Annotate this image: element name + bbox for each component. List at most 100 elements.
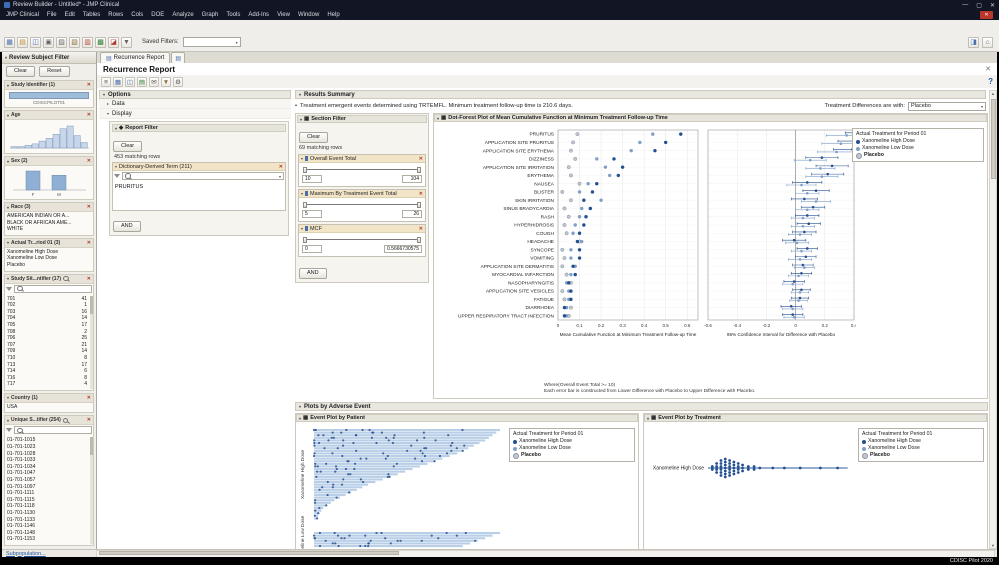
collapse-icon[interactable]: ▾	[7, 418, 9, 423]
fit-model-icon[interactable]: ▩	[95, 36, 106, 48]
list-item[interactable]: 01-701-1133	[7, 517, 91, 524]
menu-item[interactable]: Analyze	[172, 12, 193, 18]
close-icon[interactable]: ✕	[990, 2, 995, 9]
collapse-icon[interactable]: ▾	[301, 226, 303, 231]
open-icon[interactable]: ▤	[17, 36, 28, 48]
list-item[interactable]: 01-701-1034	[7, 464, 91, 471]
list-item[interactable]: 710 8	[7, 355, 91, 362]
scrollbar[interactable]	[90, 437, 93, 544]
scrollbar[interactable]	[90, 295, 93, 389]
menu-item[interactable]: Tables	[83, 12, 100, 18]
term-search-input[interactable]: ▾	[122, 172, 284, 180]
filter-funnel-icon[interactable]	[6, 428, 12, 433]
collapse-icon[interactable]: ▾	[7, 159, 9, 164]
legend-item[interactable]: Xanomeline High Dose	[513, 438, 631, 445]
menu-item[interactable]: View	[277, 12, 290, 18]
close-icon[interactable]: ✕	[87, 158, 91, 164]
list-item[interactable]: 706 25	[7, 335, 91, 342]
site-search-input[interactable]	[14, 284, 92, 293]
list-item[interactable]: 702 1	[7, 302, 91, 309]
list-item[interactable]: 01-701-1023	[7, 444, 91, 451]
close-icon[interactable]: ✕	[87, 112, 91, 118]
copy-icon[interactable]: ▨	[56, 36, 67, 48]
tab-recurrence-report[interactable]: ▤ Recurrence Report	[100, 52, 171, 63]
collapse-icon[interactable]: ▾	[7, 240, 9, 245]
legend-item[interactable]: Placebo	[856, 152, 980, 159]
data-outline-row[interactable]: ▸ Data	[99, 99, 291, 109]
window-layout-icon[interactable]: ◨	[968, 36, 979, 48]
collapse-icon[interactable]: ▾	[299, 404, 301, 409]
list-item[interactable]: USA	[7, 404, 91, 411]
slider-handle-low[interactable]	[303, 166, 307, 173]
menu-item[interactable]: Graph	[202, 12, 219, 18]
list-item[interactable]: 01-701-1028	[7, 451, 91, 458]
vertical-scrollbar[interactable]: ▲ ▼	[989, 90, 997, 549]
event-plot-by-treatment[interactable]: Xanomeline High Dose	[646, 424, 858, 549]
list-item[interactable]: 01-701-1148	[7, 530, 91, 537]
legend-item[interactable]: Placebo	[862, 452, 980, 459]
filter-funnel-icon[interactable]	[114, 174, 120, 178]
list-item[interactable]: Xanomeline Low Dose	[7, 255, 91, 262]
section-header[interactable]: ▾ Age ✕	[5, 111, 93, 120]
legend-item[interactable]: Xanomeline High Dose	[862, 438, 980, 445]
menu-item[interactable]: Window	[298, 12, 319, 18]
close-icon[interactable]: ✕	[87, 204, 91, 210]
list-item[interactable]: Placebo	[7, 262, 91, 269]
section-header[interactable]: ▾ Actual Tr...riod 01 (3) ✕	[5, 238, 93, 248]
menu-item[interactable]: Help	[327, 12, 339, 18]
max-value-input[interactable]: 0.5666730575	[384, 245, 422, 253]
close-icon[interactable]: ✕	[419, 156, 423, 162]
age-histogram[interactable]	[7, 121, 92, 151]
list-item[interactable]: 01-701-1130	[7, 510, 91, 517]
collapse-icon[interactable]: ▾	[647, 416, 649, 421]
and-button[interactable]: AND	[299, 268, 327, 279]
list-item[interactable]: 01-701-1115	[7, 497, 91, 504]
clear-button[interactable]: Clear	[6, 66, 36, 77]
collapse-icon[interactable]: ▾	[7, 113, 9, 118]
min-value-input[interactable]: 0	[302, 245, 322, 253]
scroll-down-icon[interactable]: ▼	[990, 543, 996, 548]
collapse-icon[interactable]: ▾	[7, 83, 9, 88]
collapse-icon[interactable]: ▾	[437, 116, 439, 121]
legend-item[interactable]: Xanomeline Low Dose	[862, 445, 980, 452]
list-item[interactable]: 01-701-1153	[7, 536, 91, 543]
menu-item[interactable]: JMP Clinical	[6, 12, 39, 18]
collapse-icon[interactable]: ▾	[301, 191, 303, 196]
scroll-up-icon[interactable]: ▲	[990, 91, 996, 96]
minimize-icon[interactable]: —	[962, 2, 968, 9]
list-item[interactable]: 705 17	[7, 322, 91, 329]
subject-search-input[interactable]	[14, 426, 92, 435]
forest-plot[interactable]: PRURITUS APPLICATION SITE PRURITUS APPLICA…	[436, 124, 856, 358]
clear-button[interactable]: Clear	[299, 132, 329, 143]
list-item[interactable]: 704 14	[7, 315, 91, 322]
term-item-selected[interactable]: PRURITUS	[115, 184, 283, 190]
close-icon[interactable]: ✕	[87, 240, 91, 246]
plots-by-adverse-event-band[interactable]: ▾ Plots by Adverse Event	[295, 402, 988, 411]
list-item[interactable]: 708 2	[7, 329, 91, 336]
filter-funnel-icon[interactable]	[6, 286, 12, 291]
distribution-icon[interactable]: ▥	[82, 36, 93, 48]
menu-item[interactable]: Rows	[108, 12, 123, 18]
sex-bar-chart[interactable]: FM	[7, 167, 92, 197]
legend-item[interactable]: Placebo	[513, 452, 631, 459]
tab-stub[interactable]: ▤	[171, 52, 186, 63]
slider-track[interactable]	[305, 204, 419, 205]
collapse-icon[interactable]: ▾	[115, 164, 117, 169]
search-icon[interactable]	[63, 275, 69, 282]
collapse-icon[interactable]: ▾	[7, 276, 9, 281]
report-filter-band[interactable]: ▾ ◆ Report Filter	[112, 124, 286, 132]
close-report-icon[interactable]: ✕	[985, 65, 991, 73]
collapse-icon[interactable]: ▾	[299, 416, 301, 421]
section-filter-band[interactable]: ▾ ▦ Section Filter	[297, 115, 427, 123]
collapse-icon[interactable]: ▾	[300, 117, 302, 122]
section-header[interactable]: ▾ Study Identifier (1) ✕	[5, 81, 93, 90]
list-item[interactable]: 01-701-1097	[7, 484, 91, 491]
document-close-icon[interactable]: ✕	[980, 11, 993, 19]
list-item[interactable]: 701 41	[7, 296, 91, 303]
list-item[interactable]: 709 14	[7, 348, 91, 355]
list-item[interactable]: 713 17	[7, 362, 91, 369]
study-identifier-bar[interactable]	[9, 92, 89, 99]
slider-handle-high[interactable]	[417, 201, 421, 208]
menu-item[interactable]: Cols	[131, 12, 143, 18]
clear-button[interactable]: Clear	[113, 141, 143, 152]
